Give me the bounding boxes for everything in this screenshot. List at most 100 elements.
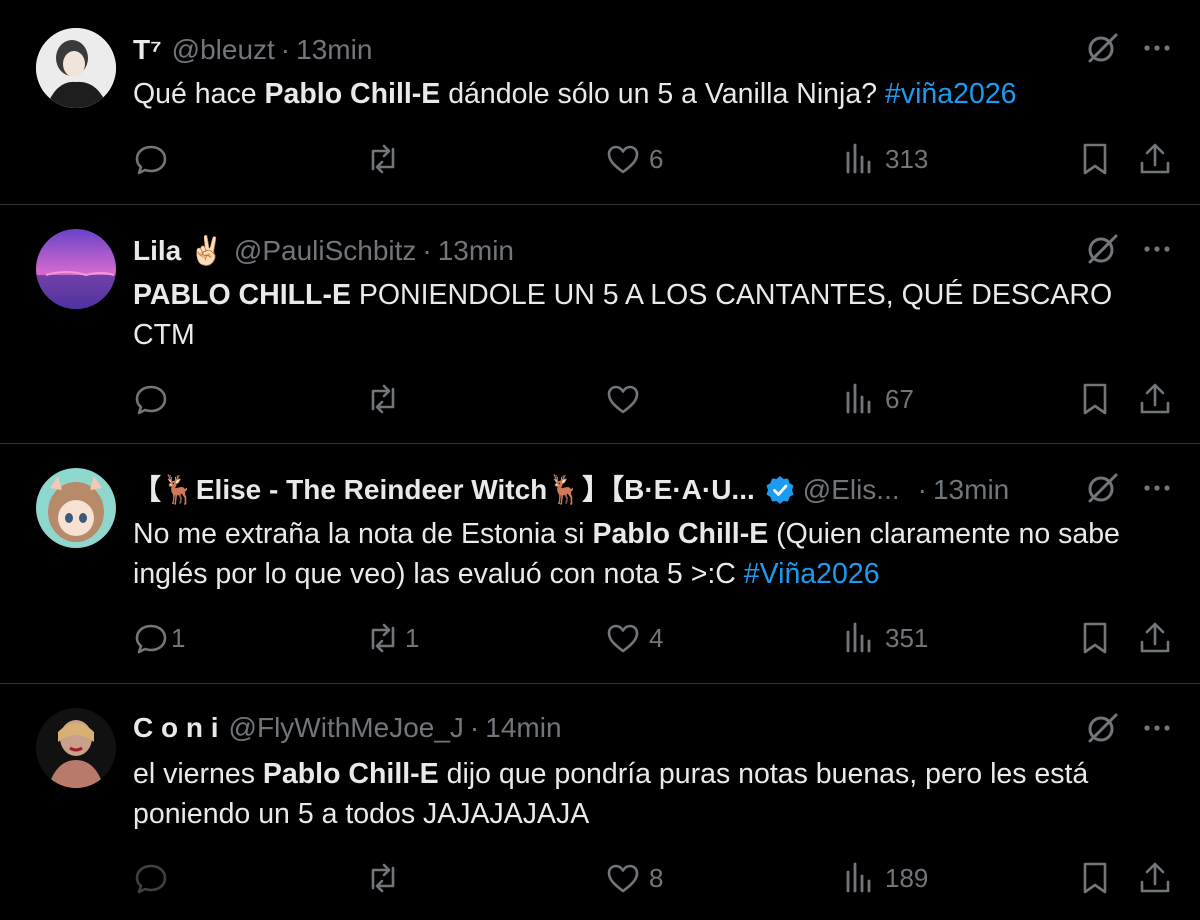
- reply-button[interactable]: [133, 377, 177, 421]
- tweet-top-icons: [1084, 30, 1172, 66]
- tweet[interactable]: C o n i @FlyWithMeJoe_J · 14min el viern…: [0, 683, 1200, 920]
- views-icon: [846, 143, 871, 174]
- tweet[interactable]: T⁷ @bleuzt · 13min Qué hace Pablo Chill-…: [0, 0, 1200, 204]
- more-options-icon[interactable]: [1142, 713, 1172, 743]
- tweet-top-icons: [1084, 470, 1172, 506]
- views-button[interactable]: 351: [841, 616, 928, 660]
- author-name[interactable]: C o n i: [133, 710, 219, 746]
- retweet-button[interactable]: [365, 377, 409, 421]
- like-button[interactable]: [605, 377, 649, 421]
- view-count: 313: [885, 143, 929, 174]
- reply-button[interactable]: [133, 137, 177, 181]
- views-button[interactable]: 189: [841, 856, 928, 900]
- timestamp[interactable]: 13min: [438, 233, 514, 269]
- retweet-icon: [371, 863, 395, 893]
- retweet-count: 1: [405, 622, 420, 653]
- retweet-button[interactable]: [365, 137, 409, 181]
- views-button[interactable]: 67: [841, 377, 914, 421]
- avatar-photo: [36, 28, 116, 108]
- tweet-text: el viernes Pablo Chill-E dijo que pondrí…: [133, 754, 1143, 834]
- tweet-header: C o n i @FlyWithMeJoe_J · 14min: [133, 710, 1050, 746]
- share-icon: [1140, 383, 1170, 414]
- share-button[interactable]: [1137, 137, 1173, 181]
- author-handle[interactable]: @FlyWithMeJoe_J: [229, 710, 464, 746]
- avatar[interactable]: [36, 468, 116, 548]
- retweet-icon: [371, 144, 395, 174]
- grok-icon[interactable]: [1084, 470, 1120, 506]
- bookmark-icon: [1083, 383, 1107, 415]
- reply-icon: [135, 624, 167, 654]
- retweet-button[interactable]: [365, 856, 409, 900]
- like-button[interactable]: 8: [605, 856, 663, 900]
- text-segment: Qué hace: [133, 78, 265, 110]
- view-count: 351: [885, 622, 929, 653]
- more-options-icon[interactable]: [1142, 234, 1172, 264]
- avatar-photo: [36, 708, 116, 788]
- hashtag-link[interactable]: #Viña2026: [744, 558, 880, 590]
- text-segment: No me extraña la nota de Estonia si: [133, 518, 593, 550]
- share-button[interactable]: [1137, 377, 1173, 421]
- author-handle[interactable]: @Elis...: [803, 472, 900, 508]
- view-count: 67: [885, 383, 914, 414]
- bookmark-icon: [1083, 143, 1107, 175]
- heart-icon: [607, 624, 639, 653]
- timestamp[interactable]: 13min: [933, 472, 1009, 508]
- tweet-top-icons: [1084, 710, 1172, 746]
- avatar[interactable]: [36, 708, 116, 788]
- author-handle[interactable]: @PauliSchbitz: [234, 233, 417, 269]
- views-button[interactable]: 313: [841, 137, 928, 181]
- grok-icon[interactable]: [1084, 710, 1120, 746]
- mention-bold: PABLO CHILL-E: [133, 279, 351, 311]
- bookmark-button[interactable]: [1077, 856, 1113, 900]
- like-button[interactable]: 4: [605, 616, 663, 660]
- share-icon: [1140, 862, 1170, 893]
- reply-icon: [135, 864, 167, 894]
- grok-icon[interactable]: [1084, 231, 1120, 267]
- mention-bold: Pablo Chill-E: [262, 758, 439, 790]
- hashtag-link[interactable]: #viña2026: [885, 78, 1017, 110]
- like-count: 4: [649, 622, 664, 653]
- avatar[interactable]: [36, 229, 116, 309]
- tweet[interactable]: 【🦌Elise - The Reindeer Witch🦌】【B·E·A·U..…: [0, 443, 1200, 683]
- mention-bold: Pablo Chill-E: [592, 518, 769, 550]
- tweet-header: 【🦌Elise - The Reindeer Witch🦌】【B·E·A·U..…: [133, 472, 1050, 508]
- more-options-icon[interactable]: [1142, 473, 1172, 503]
- author-name[interactable]: 【🦌Elise - The Reindeer Witch🦌】【B·E·A·U..…: [133, 472, 755, 508]
- grok-icon[interactable]: [1084, 30, 1120, 66]
- tweet-header: T⁷ @bleuzt · 13min: [133, 32, 1050, 68]
- avatar[interactable]: [36, 28, 116, 108]
- author-handle[interactable]: @bleuzt: [172, 32, 275, 68]
- tweet-text: No me extraña la nota de Estonia si Pabl…: [133, 514, 1143, 594]
- tweet-text: Qué hace Pablo Chill-E dándole sólo un 5…: [133, 74, 1143, 114]
- separator-dot: ·: [469, 712, 480, 743]
- reply-count: 1: [171, 622, 186, 653]
- bookmark-button[interactable]: [1077, 377, 1113, 421]
- heart-icon: [607, 864, 639, 893]
- action-bar: 67: [133, 377, 1173, 421]
- tweet[interactable]: Lila ✌🏻 @PauliSchbitz · 13min PABLO CHIL…: [0, 204, 1200, 443]
- bookmark-button[interactable]: [1077, 137, 1113, 181]
- avatar-photo: [36, 468, 116, 548]
- like-button[interactable]: 6: [605, 137, 663, 181]
- like-count: 6: [649, 143, 664, 174]
- bookmark-icon: [1083, 862, 1107, 894]
- timestamp[interactable]: 13min: [296, 32, 372, 68]
- more-options-icon[interactable]: [1142, 33, 1172, 63]
- reply-button[interactable]: [133, 856, 177, 900]
- share-icon: [1140, 622, 1170, 653]
- tweet-text: PABLO CHILL-E PONIENDOLE UN 5 A LOS CANT…: [133, 275, 1143, 355]
- verified-badge-icon[interactable]: [765, 475, 795, 505]
- share-button[interactable]: [1137, 616, 1173, 660]
- tweet-header: Lila ✌🏻 @PauliSchbitz · 13min: [133, 233, 1050, 269]
- share-button[interactable]: [1137, 856, 1173, 900]
- views-icon: [846, 622, 871, 653]
- views-icon: [846, 383, 871, 414]
- separator-dot: ·: [917, 474, 927, 505]
- author-name[interactable]: T⁷: [133, 32, 162, 68]
- author-name[interactable]: Lila ✌🏻: [133, 233, 224, 269]
- bookmark-button[interactable]: [1077, 616, 1113, 660]
- retweet-button[interactable]: 1: [365, 616, 419, 660]
- timestamp[interactable]: 14min: [485, 710, 561, 746]
- reply-button[interactable]: 1: [133, 616, 185, 660]
- view-count: 189: [885, 862, 929, 893]
